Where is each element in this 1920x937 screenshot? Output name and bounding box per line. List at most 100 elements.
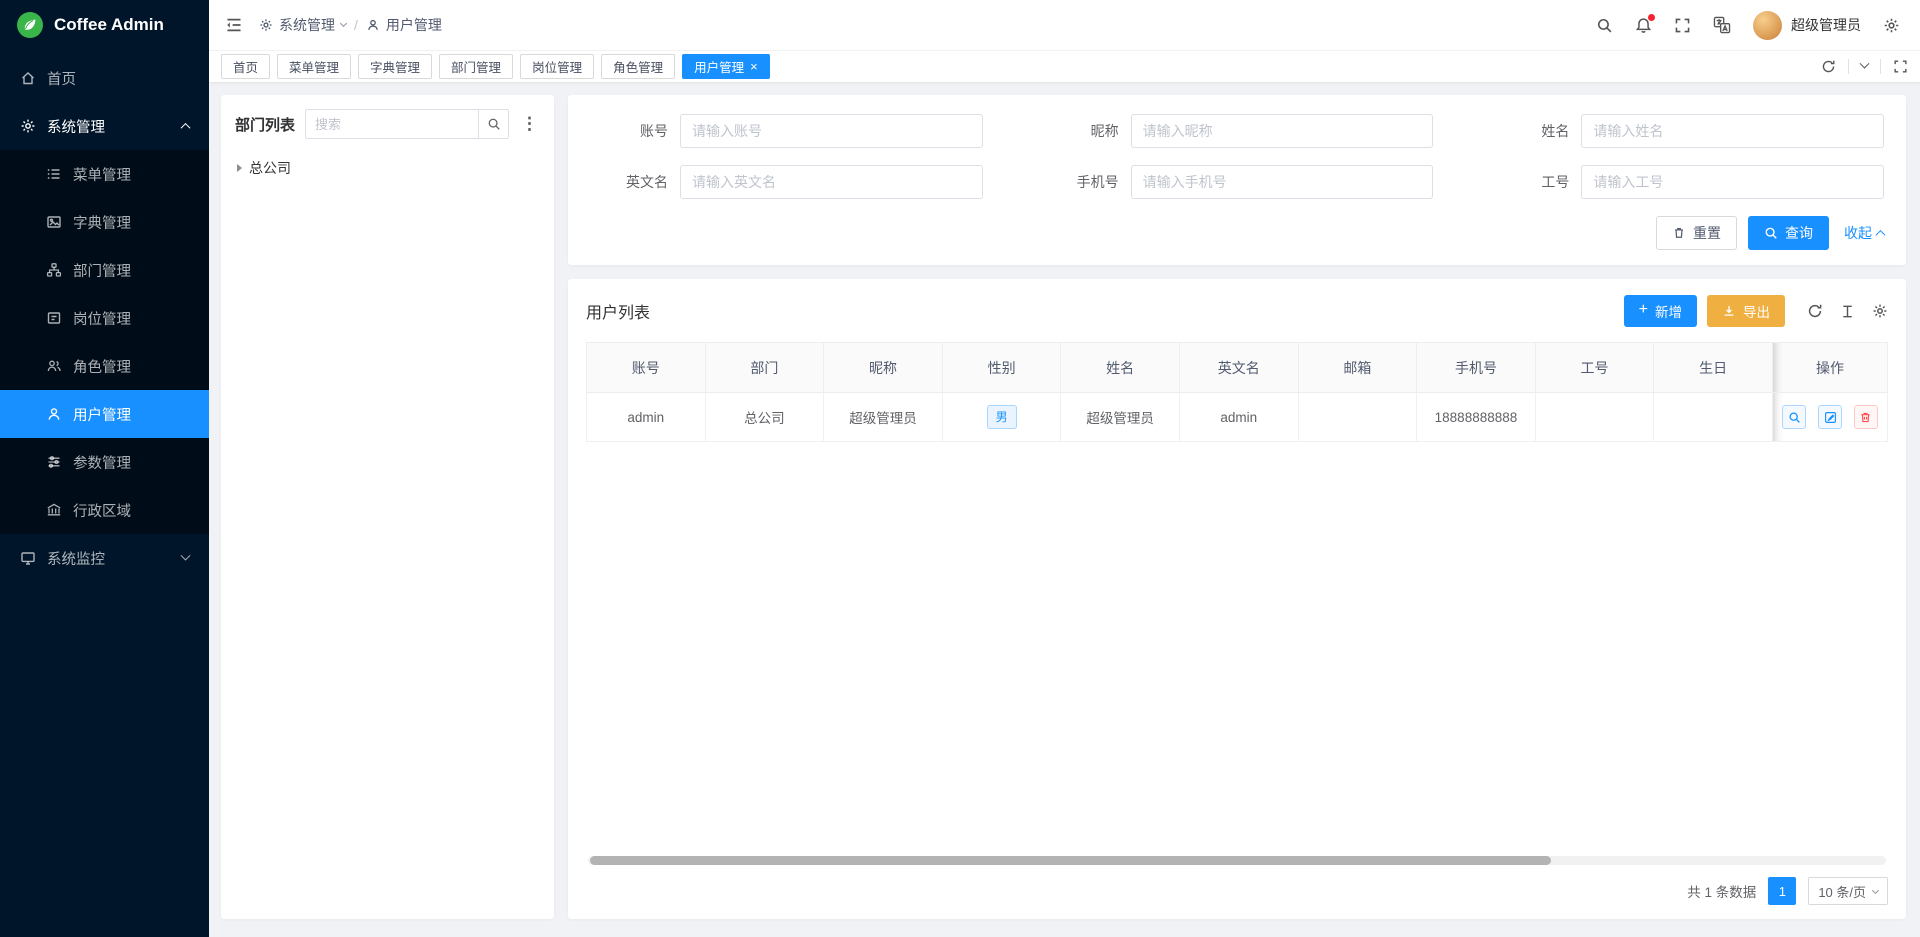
sidebar-menu: 首页 系统管理 菜单管理 — [0, 50, 209, 937]
user-table: 账号 部门 昵称 性别 姓名 英文名 邮箱 手机号 工号 生日 操作 — [586, 342, 1888, 442]
tab-dept-mgmt[interactable]: 部门管理 — [439, 54, 513, 79]
refresh-table-button[interactable] — [1807, 303, 1823, 319]
nickname-input[interactable] — [1131, 114, 1434, 148]
pagination-total: 共 1 条数据 — [1687, 881, 1756, 901]
query-button[interactable]: 查询 — [1748, 216, 1829, 250]
page-size-select[interactable]: 10 条/页 — [1808, 877, 1888, 905]
department-search-button[interactable] — [478, 110, 508, 138]
filter-panel: 账号 昵称 姓名 英文名 — [568, 95, 1906, 265]
badge-icon — [46, 310, 62, 326]
page: Coffee Admin 首页 系统管理 — [0, 0, 1920, 937]
col-operations: 操作 — [1773, 343, 1888, 393]
sidebar-item-role-mgmt[interactable]: 角色管理 — [0, 342, 209, 390]
row-height-button[interactable] — [1840, 304, 1855, 319]
user-icon — [46, 406, 62, 422]
cell-operations — [1773, 393, 1888, 442]
cell-work-no — [1535, 393, 1654, 442]
horizontal-scrollbar-thumb[interactable] — [590, 856, 1551, 865]
department-tree: 总公司 — [235, 154, 540, 182]
content: 部门列表 ⋮ 总公司 — [209, 83, 1920, 937]
refresh-tab-button[interactable] — [1821, 59, 1836, 74]
tabbar: 首页 菜单管理 字典管理 部门管理 岗位管理 角色管理 用户管理 × — [209, 50, 1920, 83]
collapse-filter-link[interactable]: 收起 — [1844, 223, 1884, 243]
sidebar-submenu-system: 菜单管理 字典管理 部门管理 — [0, 150, 209, 534]
chevron-down-icon — [1860, 59, 1870, 69]
more-options-icon[interactable]: ⋮ — [519, 114, 540, 134]
search-button[interactable] — [1596, 17, 1613, 34]
edit-row-button[interactable] — [1818, 405, 1842, 429]
monitor-icon — [20, 550, 36, 566]
tab-home[interactable]: 首页 — [221, 54, 270, 79]
sidebar-group-monitor[interactable]: 系统监控 — [0, 534, 209, 582]
caret-right-icon[interactable] — [237, 164, 242, 172]
cell-birthday — [1654, 393, 1773, 442]
username: 超级管理员 — [1791, 15, 1861, 35]
avatar — [1753, 11, 1782, 40]
delete-row-button[interactable] — [1854, 405, 1878, 429]
col-birthday: 生日 — [1654, 343, 1773, 393]
sidebar-item-home[interactable]: 首页 — [0, 54, 209, 102]
work-no-input[interactable] — [1581, 165, 1884, 199]
col-work-no: 工号 — [1535, 343, 1654, 393]
sidebar-item-param-mgmt[interactable]: 参数管理 — [0, 438, 209, 486]
notification-dot — [1648, 14, 1655, 21]
sidebar-group-system[interactable]: 系统管理 — [0, 102, 209, 150]
cell-email — [1298, 393, 1417, 442]
sidebar-item-dict-mgmt[interactable]: 字典管理 — [0, 198, 209, 246]
menu-fold-button[interactable] — [225, 16, 243, 34]
breadcrumb-system[interactable]: 系统管理 — [259, 15, 346, 35]
gender-badge: 男 — [987, 405, 1017, 429]
col-name: 姓名 — [1061, 343, 1180, 393]
department-search-input[interactable] — [306, 110, 478, 138]
add-user-button[interactable]: + 新增 — [1624, 295, 1697, 327]
phone-input[interactable] — [1131, 165, 1434, 199]
account-input[interactable] — [680, 114, 983, 148]
tab-dict-mgmt[interactable]: 字典管理 — [358, 54, 432, 79]
tab-actions-dropdown[interactable] — [1861, 63, 1868, 70]
filter-actions: 重置 查询 收起 — [590, 216, 1884, 250]
right-column: 账号 昵称 姓名 英文名 — [568, 95, 1906, 919]
notification-button[interactable] — [1635, 17, 1652, 34]
content-fullscreen-button[interactable] — [1893, 59, 1908, 74]
department-panel: 部门列表 ⋮ 总公司 — [221, 95, 554, 919]
chevron-up-icon — [1876, 229, 1886, 239]
reset-button[interactable]: 重置 — [1656, 216, 1737, 250]
sidebar-item-user-mgmt[interactable]: 用户管理 — [0, 390, 209, 438]
fullscreen-button[interactable] — [1674, 17, 1691, 34]
topbar: 系统管理 / 用户管理 — [209, 0, 1920, 50]
divider — [1880, 59, 1881, 74]
gear-icon — [259, 18, 273, 32]
tab-role-mgmt[interactable]: 角色管理 — [601, 54, 675, 79]
name-input[interactable] — [1581, 114, 1884, 148]
column-settings-button[interactable] — [1872, 303, 1888, 319]
english-name-input[interactable] — [680, 165, 983, 199]
sidebar-item-post-mgmt[interactable]: 岗位管理 — [0, 294, 209, 342]
tab-user-mgmt[interactable]: 用户管理 × — [682, 54, 770, 79]
tree-node-root[interactable]: 总公司 — [235, 154, 540, 182]
sidebar-item-menu-mgmt[interactable]: 菜单管理 — [0, 150, 209, 198]
close-icon[interactable]: × — [750, 60, 758, 73]
tabbar-controls — [1821, 59, 1908, 74]
page-1-button[interactable]: 1 — [1768, 877, 1796, 905]
col-phone: 手机号 — [1417, 343, 1536, 393]
settings-button[interactable] — [1883, 17, 1900, 34]
sidebar-item-dept-mgmt[interactable]: 部门管理 — [0, 246, 209, 294]
department-panel-title: 部门列表 — [235, 114, 295, 135]
table-row: admin 总公司 超级管理员 男 超级管理员 admin 1888888888… — [587, 393, 1888, 442]
app-logo: Coffee Admin — [0, 0, 209, 50]
tab-post-mgmt[interactable]: 岗位管理 — [520, 54, 594, 79]
field-english-name: 英文名 — [590, 165, 983, 199]
export-button[interactable]: 导出 — [1707, 295, 1785, 327]
filter-grid: 账号 昵称 姓名 英文名 — [590, 114, 1884, 199]
dictionary-icon — [46, 214, 62, 230]
divider — [1848, 59, 1849, 74]
sidebar-item-region-mgmt[interactable]: 行政区域 — [0, 486, 209, 534]
tab-menu-mgmt[interactable]: 菜单管理 — [277, 54, 351, 79]
chevron-down-icon — [340, 20, 347, 27]
field-work-no: 工号 — [1491, 165, 1884, 199]
translate-button[interactable] — [1713, 16, 1731, 34]
user-menu[interactable]: 超级管理员 — [1753, 11, 1861, 40]
chevron-down-icon — [1872, 886, 1879, 893]
department-search-group — [305, 109, 509, 139]
view-row-button[interactable] — [1782, 405, 1806, 429]
